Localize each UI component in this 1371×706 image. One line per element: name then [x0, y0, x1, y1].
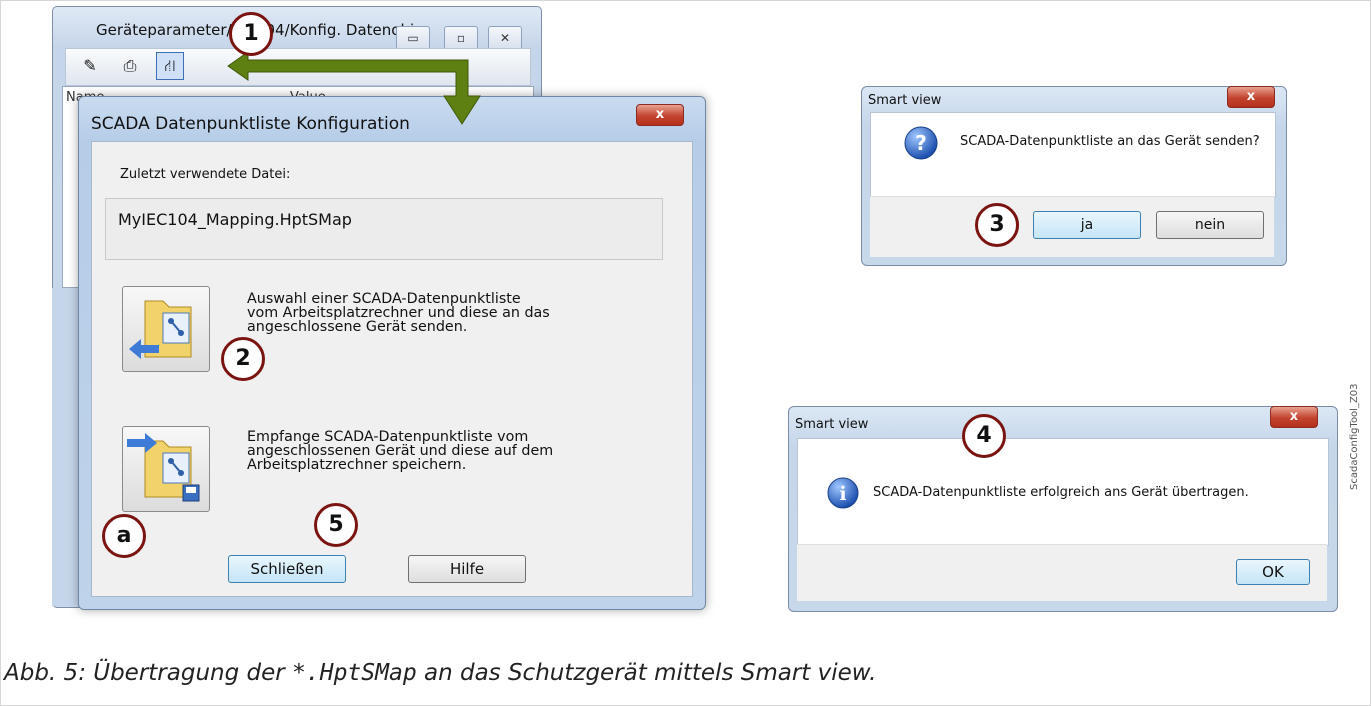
no-button[interactable]: nein — [1156, 211, 1264, 239]
scada-config-icon[interactable]: ⛙ — [156, 52, 184, 80]
info-icon: i — [827, 477, 859, 509]
last-file-field — [105, 198, 663, 260]
step-marker-2: 2 — [221, 337, 265, 381]
minimize-button[interactable]: ▭ — [396, 26, 430, 50]
confirm-close-button[interactable]: x — [1227, 86, 1275, 108]
step-marker-1: 1 — [229, 12, 273, 56]
send-description-line: Auswahl einer SCADA-Datenpunktliste — [247, 291, 521, 307]
dialog-close-button[interactable]: x — [636, 104, 684, 126]
info-message: SCADA-Datenpunktliste erfolgreich ans Ge… — [873, 485, 1249, 500]
folder-send-icon — [129, 300, 192, 359]
step-marker-a: a — [102, 514, 146, 558]
ok-button[interactable]: OK — [1236, 559, 1310, 585]
maximize-button[interactable]: ▫ — [444, 26, 478, 50]
svg-text:i: i — [839, 483, 846, 505]
info-dialog-title: Smart view — [795, 417, 869, 432]
edit-icon[interactable]: ✎ — [76, 52, 104, 80]
figure-side-label: ScadaConfigTool_Z03 — [1349, 383, 1360, 490]
scada-config-dialog-title: SCADA Datenpunktliste Konfiguration — [91, 114, 410, 134]
question-icon: ? — [904, 126, 938, 160]
yes-button[interactable]: ja — [1033, 211, 1141, 239]
receive-description-line: angeschlossenen Gerät und diese auf dem — [247, 443, 554, 459]
send-description-line: vom Arbeitsplatzrechner und diese an das — [247, 305, 550, 321]
window-close-button[interactable]: ✕ — [488, 26, 522, 50]
confirm-dialog-title: Smart view — [868, 93, 942, 108]
caption-prefix: Abb. 5: Übertragung der — [4, 660, 293, 686]
confirm-message: SCADA-Datenpunktliste an das Gerät sende… — [960, 134, 1260, 149]
send-scada-list-button[interactable] — [122, 286, 210, 372]
caption-code: *.HptSMap — [292, 660, 417, 686]
receive-scada-list-button[interactable] — [122, 426, 210, 512]
last-file-value: MyIEC104_Mapping.HptSMap — [118, 210, 352, 229]
step-marker-4: 4 — [962, 414, 1006, 458]
receive-description-line: Arbeitsplatzrechner speichern. — [247, 457, 467, 473]
send-description: Auswahl einer SCADA-Datenpunktliste vom … — [247, 292, 550, 334]
close-dialog-button[interactable]: Schließen — [228, 555, 346, 583]
svg-text:?: ? — [915, 131, 927, 155]
info-close-button[interactable]: x — [1270, 406, 1318, 428]
folder-receive-icon — [127, 433, 200, 502]
send-description-line: angeschlossene Gerät senden. — [247, 319, 468, 335]
last-file-label: Zuletzt verwendete Datei: — [120, 167, 291, 182]
figure-caption: Abb. 5: Übertragung der *.HptSMap an das… — [4, 660, 876, 686]
print-icon[interactable]: ⎙ — [116, 52, 144, 80]
caption-suffix: an das Schutzgerät mittels Smart view. — [416, 660, 877, 686]
receive-description-line: Empfange SCADA-Datenpunktliste vom — [247, 429, 529, 445]
help-button[interactable]: Hilfe — [408, 555, 526, 583]
step-marker-5: 5 — [314, 503, 358, 547]
step-marker-3: 3 — [975, 203, 1019, 247]
receive-description: Empfange SCADA-Datenpunktliste vom anges… — [247, 430, 553, 472]
